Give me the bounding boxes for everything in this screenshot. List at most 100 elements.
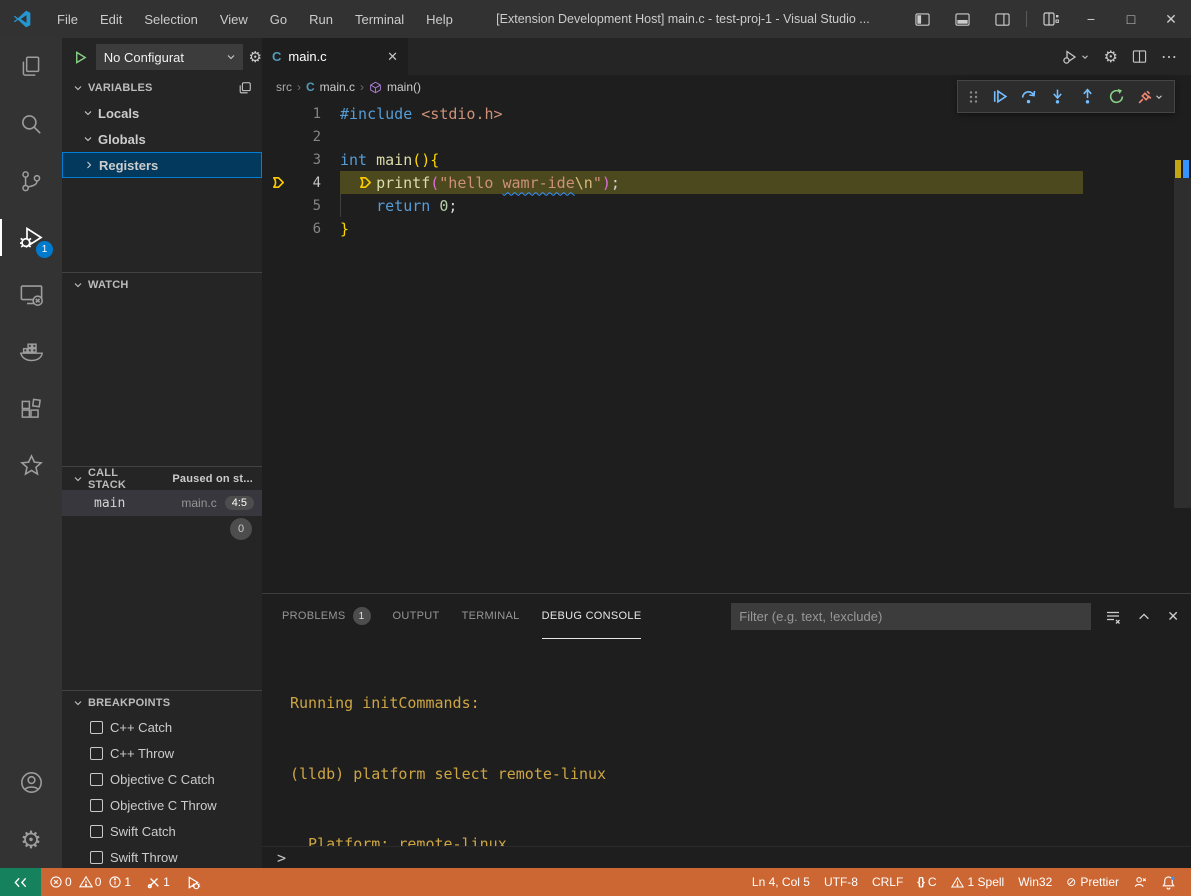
breakpoint-row[interactable]: Objective C Catch [62,766,262,792]
formatter-status[interactable]: ⊘ Prettier [1059,875,1126,889]
menu-file[interactable]: File [46,0,89,38]
tab-main-c[interactable]: C main.c ✕ [262,38,408,75]
more-actions-icon[interactable]: ⋯ [1161,47,1177,67]
breakpoint-row[interactable]: Swift Throw [62,844,262,868]
tab-output[interactable]: OUTPUT [393,594,440,639]
tab-close-icon[interactable]: ✕ [387,49,398,65]
remote-indicator[interactable] [0,868,41,896]
run-and-debug-icon[interactable]: 1 [0,209,62,266]
watch-section-header[interactable]: WATCH [62,272,262,296]
minimize-button[interactable]: − [1071,0,1111,38]
menu-go[interactable]: Go [259,0,298,38]
breakpoints-section-header[interactable]: BREAKPOINTS [62,690,262,714]
disconnect-icon[interactable] [1137,88,1164,105]
breadcrumb-folder[interactable]: src [276,80,292,94]
current-line-arrow-icon[interactable] [262,175,294,190]
language-mode[interactable]: {} C [910,875,943,889]
docker-icon[interactable] [0,323,62,380]
open-launch-json-gear-icon[interactable]: ⚙ [249,48,262,66]
tab-debug-console[interactable]: DEBUG CONSOLE [542,594,642,639]
step-out-icon[interactable] [1079,88,1096,105]
feedback-icon[interactable] [1126,875,1154,889]
cursor-position[interactable]: Ln 4, Col 5 [745,875,817,889]
split-editor-icon[interactable] [1132,49,1147,64]
breakpoint-checkbox[interactable] [90,747,103,760]
account-icon[interactable] [0,754,62,811]
breakpoint-row[interactable]: Swift Catch [62,818,262,844]
tools-status[interactable]: 1 [139,875,178,889]
close-button[interactable]: ✕ [1151,0,1191,38]
editor-settings-gear-icon[interactable]: ⚙ [1104,49,1118,65]
maximize-button[interactable]: □ [1111,0,1151,38]
eol-indicator[interactable]: CRLF [865,875,910,889]
maximize-panel-icon[interactable] [1137,610,1151,624]
close-panel-icon[interactable]: ✕ [1167,608,1179,625]
breakpoint-checkbox[interactable] [90,773,103,786]
remote-explorer-icon[interactable] [0,266,62,323]
encoding-indicator[interactable]: UTF-8 [817,875,865,889]
menu-edit[interactable]: Edit [89,0,133,38]
debug-status-icon[interactable] [178,868,208,896]
step-over-icon[interactable] [1020,88,1037,105]
breakpoint-checkbox[interactable] [90,799,103,812]
continue-icon[interactable] [991,88,1008,105]
debug-console-input[interactable]: > [262,846,1191,868]
settings-gear-icon[interactable]: ⚙ [0,811,62,868]
tab-label: main.c [288,49,380,64]
code-editor[interactable]: 1 #include <stdio.h> 2 3 int main(){ [262,99,1191,593]
breadcrumb-symbol[interactable]: main() [387,80,421,94]
start-debug-icon[interactable] [70,50,92,65]
problems-status[interactable]: 0 0 1 [41,875,139,889]
stack-frame-row[interactable]: main main.c 4:5 [62,490,262,516]
breakpoint-row[interactable]: C++ Catch [62,714,262,740]
explorer-icon[interactable] [0,38,62,95]
run-or-debug-icon[interactable] [1062,49,1090,65]
spell-checker-status[interactable]: 1 Spell [944,875,1012,889]
source-control-icon[interactable] [0,152,62,209]
thread-badge: 0 [230,518,252,540]
thread-row[interactable]: 0 [62,516,262,542]
step-into-icon[interactable] [1049,88,1066,105]
customize-layout-icon[interactable] [1031,0,1071,38]
breadcrumb-file[interactable]: main.c [320,80,355,94]
star-icon[interactable] [0,437,62,494]
breakpoint-checkbox[interactable] [90,851,103,864]
toggle-secondary-sidebar-icon[interactable] [982,0,1022,38]
debug-sidebar: No Configurat ⚙ VARIABLES Locals Globals [62,38,262,868]
search-icon[interactable] [0,95,62,152]
menu-view[interactable]: View [209,0,259,38]
variables-section-header[interactable]: VARIABLES [62,76,262,100]
platform-indicator[interactable]: Win32 [1011,875,1059,889]
watch-header-label: WATCH [88,279,129,291]
menu-terminal[interactable]: Terminal [344,0,415,38]
tab-terminal[interactable]: TERMINAL [462,594,520,639]
clear-console-icon[interactable] [1105,609,1121,625]
overview-ruler[interactable] [1174,99,1191,593]
debug-config-dropdown[interactable]: No Configurat [96,44,243,70]
toggle-sidebar-icon[interactable] [902,0,942,38]
scrollbar-slider[interactable] [1174,178,1191,508]
debug-console-output[interactable]: Running initCommands: (lldb) platform se… [262,639,1191,846]
tab-problems[interactable]: PROBLEMS 1 [282,594,371,639]
menu-run[interactable]: Run [298,0,344,38]
toolbar-grip-icon[interactable] [968,89,979,105]
chevron-right-icon [83,159,95,171]
variables-scope-globals[interactable]: Globals [62,126,262,152]
restart-icon[interactable] [1108,88,1125,105]
extensions-icon[interactable] [0,380,62,437]
console-filter-input[interactable] [731,603,1091,630]
breakpoint-row[interactable]: C++ Throw [62,740,262,766]
toggle-panel-icon[interactable] [942,0,982,38]
breakpoint-checkbox[interactable] [90,721,103,734]
copy-value-icon[interactable] [238,81,252,95]
breakpoint-checkbox[interactable] [90,825,103,838]
menu-selection[interactable]: Selection [133,0,208,38]
notifications-bell-icon[interactable] [1154,875,1183,890]
variables-scope-registers[interactable]: Registers [62,152,262,178]
variables-scope-locals[interactable]: Locals [62,100,262,126]
debug-session-badge: 1 [36,241,53,258]
menu-help[interactable]: Help [415,0,464,38]
breakpoint-row[interactable]: Objective C Throw [62,792,262,818]
call-stack-section-header[interactable]: CALL STACK Paused on st... [62,466,262,490]
vscode-logo-icon [12,9,32,29]
